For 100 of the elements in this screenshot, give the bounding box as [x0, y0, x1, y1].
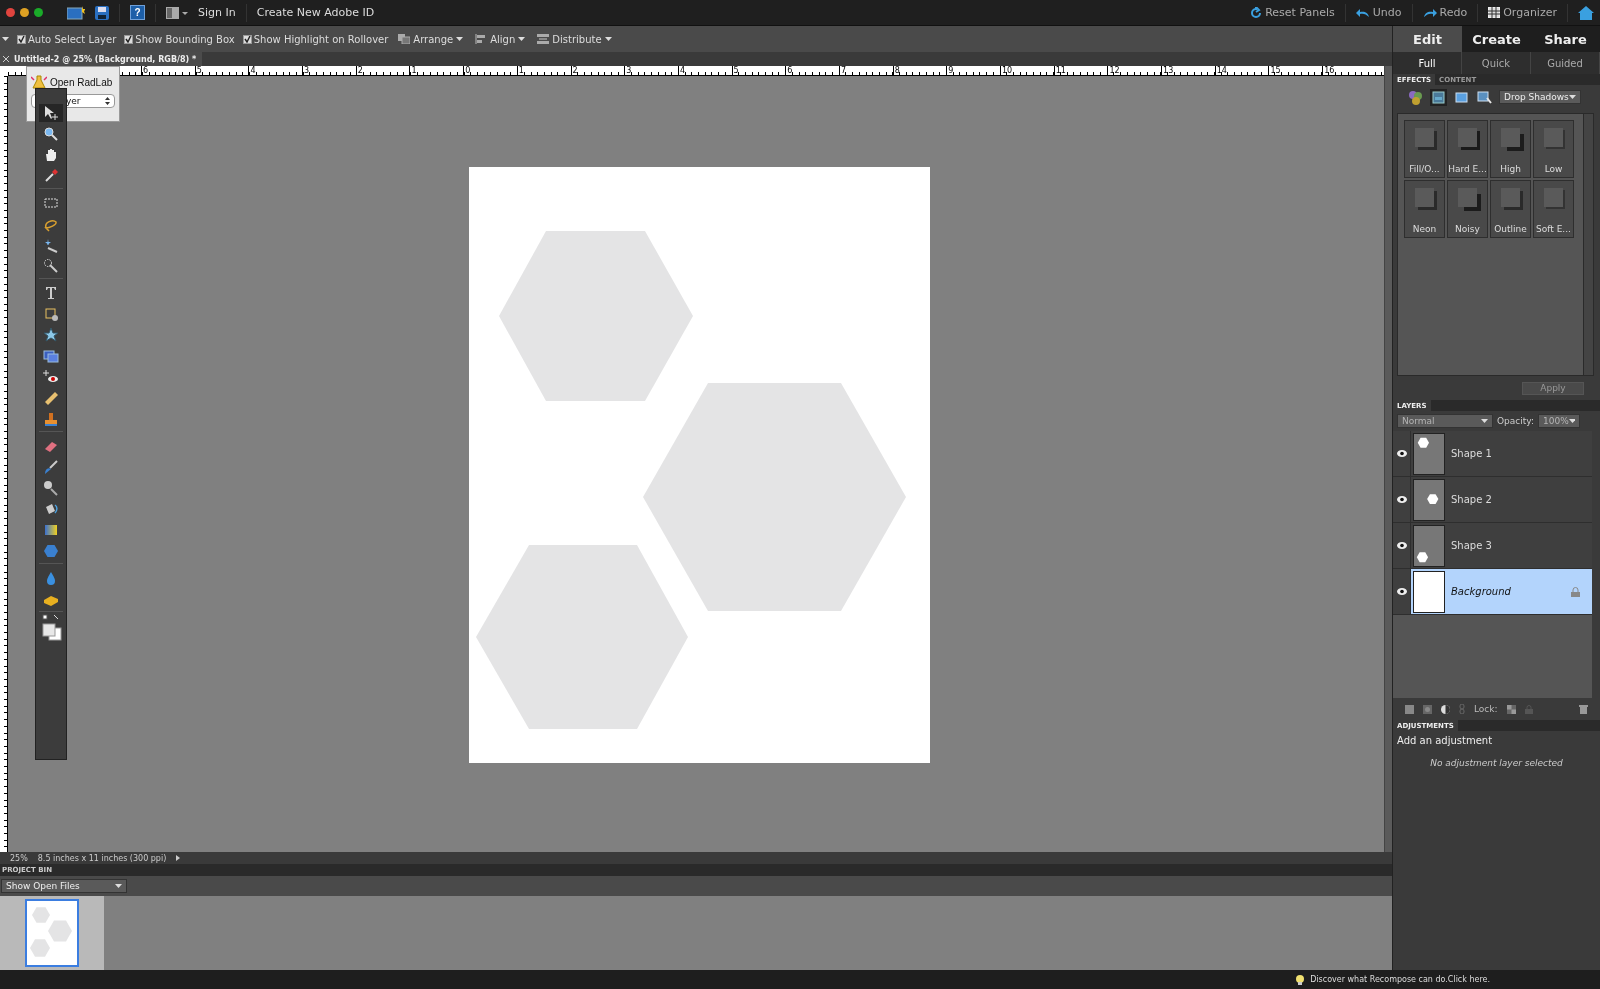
align-icon: [475, 34, 488, 44]
effect-item[interactable]: High: [1490, 120, 1531, 178]
effect-item[interactable]: Noisy: [1447, 180, 1488, 238]
layer-row[interactable]: Shape 3: [1393, 523, 1592, 569]
home-icon[interactable]: [1578, 5, 1594, 20]
adjustment-heading: Add an adjustment: [1396, 734, 1494, 748]
ruler-label: 3: [302, 66, 356, 75]
mode-tab[interactable]: Edit: [1393, 26, 1462, 52]
brush-tool-icon: [43, 459, 59, 475]
eyedropper-tool-icon: [43, 168, 59, 184]
ruler-label: 12: [1107, 66, 1162, 75]
category-button[interactable]: [1430, 88, 1447, 106]
effect-item[interactable]: Hard E...: [1447, 120, 1488, 178]
ruler-label: 11: [1053, 66, 1108, 75]
ruler-label: 15: [1268, 66, 1323, 75]
distribute-menu[interactable]: Distribute: [535, 33, 614, 45]
checkerboard-icon[interactable]: [1506, 704, 1516, 714]
close-window-icon[interactable]: [6, 8, 15, 17]
frame-icon: [1455, 91, 1468, 103]
eye-icon[interactable]: [1396, 450, 1407, 457]
layer-name: Shape 2: [1451, 494, 1493, 505]
distribute-icon: [537, 34, 550, 44]
shape-tool-icon: [43, 543, 59, 559]
quickselect-tool-icon: [43, 258, 59, 274]
ruler-label: 7: [838, 66, 893, 75]
layer-row[interactable]: Background: [1393, 569, 1592, 615]
effect-item[interactable]: Soft E...: [1533, 180, 1574, 238]
ruler-label: 5: [731, 66, 786, 75]
effects-dropdown[interactable]: Drop Shadows: [1499, 90, 1581, 104]
effect-item[interactable]: Fill/O...: [1404, 120, 1445, 178]
zoom-window-icon[interactable]: [34, 8, 43, 17]
help-button[interactable]: ?: [130, 5, 145, 20]
effect-item[interactable]: Outline: [1490, 180, 1531, 238]
caret-icon: [1569, 95, 1576, 99]
caret-icon: [115, 884, 122, 888]
show-files-dropdown[interactable]: Show Open Files: [1, 879, 127, 893]
lock-label: Lock:: [1474, 704, 1498, 714]
gradient-tool-icon: [43, 522, 59, 538]
stamp-tool-icon: [43, 411, 59, 427]
ruler-label: 13: [1161, 66, 1215, 75]
adjustment-icon[interactable]: [1441, 704, 1450, 714]
layer-row[interactable]: Shape 1: [1393, 431, 1592, 477]
ruler-label: 6: [785, 66, 839, 75]
effect-item[interactable]: Low: [1533, 120, 1574, 178]
radlab-label[interactable]: Open RadLab: [50, 76, 113, 88]
organizer-button[interactable]: Organizer: [1488, 6, 1557, 19]
sign-in-link[interactable]: Sign In: [198, 6, 236, 19]
eye-icon[interactable]: [1396, 496, 1407, 503]
ruler-label: 0: [463, 66, 517, 75]
layer-name: Shape 3: [1451, 540, 1493, 551]
heal-tool-icon: [43, 390, 59, 406]
checkbox[interactable]: [17, 34, 26, 44]
layer-thumbnail: [1413, 478, 1445, 521]
ruler-label: 10: [1000, 66, 1054, 75]
redeye-tool-icon: [43, 369, 59, 385]
category-button[interactable]: [1407, 88, 1424, 106]
layer-name: Background: [1451, 586, 1512, 597]
zoom-level: 25%: [10, 853, 28, 863]
circles-icon: [1408, 89, 1423, 105]
eye-icon[interactable]: [1396, 588, 1407, 595]
minimize-window-icon[interactable]: [20, 8, 29, 17]
new-file-icon[interactable]: [67, 5, 85, 20]
layer-row[interactable]: Shape 2: [1393, 477, 1592, 523]
create-account-link[interactable]: Create New Adobe ID: [256, 6, 375, 19]
reset-button[interactable]: Reset Panels: [1250, 6, 1335, 19]
eye-icon[interactable]: [1396, 542, 1407, 549]
flask-icon: [31, 75, 47, 89]
layer-name: Shape 1: [1451, 448, 1493, 459]
undo-button[interactable]: Undo: [1355, 6, 1402, 19]
checkbox[interactable]: [124, 34, 134, 44]
move-tool-icon: [43, 105, 59, 121]
close-icon[interactable]: [2, 55, 10, 63]
color-swatches-icon[interactable]: [40, 614, 62, 644]
save-icon[interactable]: [95, 5, 109, 20]
ruler-label: 5: [194, 66, 249, 75]
tip-link[interactable]: Discover what Recompose can do.Click here.: [1310, 975, 1490, 984]
file-thumbnail[interactable]: [25, 899, 79, 967]
hand-tool-icon: [43, 147, 59, 163]
crop-tool-icon: [43, 306, 59, 322]
effect-item[interactable]: Neon: [1404, 180, 1445, 238]
ruler-label: 8: [892, 66, 947, 75]
align-menu[interactable]: Align: [473, 33, 528, 45]
mode-tab[interactable]: Create: [1462, 26, 1531, 52]
document-tab[interactable]: Untitled-2 @ 25% (Background, RGB/8) *: [0, 52, 203, 66]
ruler-label: 9: [946, 66, 1000, 75]
layout-icon[interactable]: [166, 6, 188, 19]
mode-tab[interactable]: Share: [1531, 26, 1600, 52]
redo-button[interactable]: Redo: [1422, 6, 1468, 19]
tool-button[interactable]: [39, 104, 63, 122]
trash-icon[interactable]: [1579, 704, 1588, 714]
play-icon[interactable]: [176, 855, 181, 861]
checkbox[interactable]: [242, 34, 252, 44]
document-size: 8.5 inches x 11 inches (300 ppi): [37, 853, 167, 863]
mask-icon[interactable]: [1423, 704, 1432, 714]
caret-icon: [1481, 419, 1488, 423]
category-button[interactable]: [1476, 88, 1493, 106]
new-layer-icon[interactable]: [1405, 704, 1414, 714]
checkbox-label: Auto Select Layer: [28, 33, 117, 45]
arrange-menu[interactable]: Arrange: [396, 33, 466, 45]
grid-icon: [1488, 7, 1501, 18]
